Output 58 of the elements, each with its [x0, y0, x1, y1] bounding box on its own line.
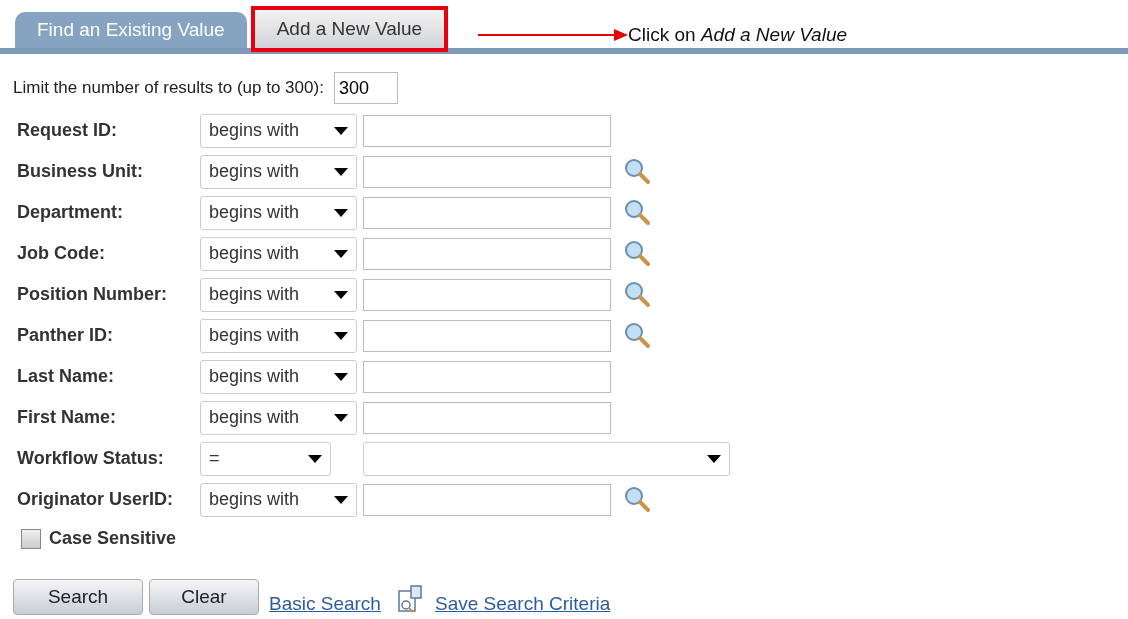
field-label: Limit the number of results to (up to 300): [13, 78, 324, 98]
field-label: Originator UserID: [16, 489, 175, 510]
caret-icon [334, 208, 348, 217]
search-icon[interactable] [623, 156, 653, 187]
clear-button[interactable]: Clear [149, 579, 259, 615]
field-label: Position Number: [16, 284, 168, 305]
field-label: Business Unit: [16, 161, 145, 182]
caret-icon [334, 495, 348, 504]
field-label: Panther ID: [16, 325, 114, 346]
caret-icon [334, 167, 348, 176]
value-dropdown[interactable] [363, 441, 730, 476]
operator-dropdown[interactable]: = [200, 441, 331, 476]
link[interactable]: Basic Search [269, 593, 381, 615]
operator-dropdown[interactable]: begins with [200, 318, 357, 353]
caret-icon [334, 331, 348, 340]
search-button[interactable]: Search [13, 579, 143, 615]
search-icon[interactable] [623, 279, 653, 310]
caret-icon [334, 413, 348, 422]
search-icon[interactable] [623, 197, 653, 228]
field-label: Workflow Status: [16, 448, 165, 469]
operator-dropdown[interactable]: begins with [200, 400, 357, 435]
operator-dropdown[interactable]: begins with [200, 359, 357, 394]
operator-dropdown[interactable]: begins with [200, 113, 357, 148]
operator-dropdown[interactable]: begins with [200, 482, 357, 517]
input-field[interactable] [363, 319, 611, 352]
caret-icon [308, 454, 322, 463]
search-icon[interactable] [623, 238, 653, 269]
arrow-icon [478, 29, 629, 41]
checkbox[interactable] [21, 528, 41, 549]
field-label: Department: [16, 202, 124, 223]
input-field[interactable] [363, 196, 611, 229]
operator-dropdown[interactable]: begins with [200, 236, 357, 271]
input-field[interactable]: 300 [333, 72, 398, 104]
operator-dropdown[interactable]: begins with [200, 277, 357, 312]
field-label: Last Name: [16, 366, 116, 387]
search-icon[interactable] [623, 320, 653, 351]
caret-icon [334, 372, 348, 381]
caret-icon [707, 454, 721, 463]
input-field[interactable] [363, 483, 611, 516]
link[interactable]: Save Search Criteria [434, 593, 611, 615]
document-search-icon[interactable] [396, 585, 425, 615]
input-field[interactable] [363, 114, 611, 147]
field-label: Request ID: [16, 120, 118, 141]
field-label: Job Code: [16, 243, 106, 264]
field-label: First Name: [16, 407, 118, 428]
input-field[interactable] [363, 401, 611, 434]
caret-icon [334, 126, 348, 135]
caret-icon [334, 290, 348, 299]
checkbox-label: Case Sensitive [48, 528, 177, 549]
caret-icon [334, 249, 348, 258]
operator-dropdown[interactable]: begins with [200, 154, 357, 189]
input-field[interactable] [363, 155, 611, 188]
input-field[interactable] [363, 360, 611, 393]
callout-text: Click on Add a New Value [628, 24, 848, 46]
input-field[interactable] [363, 278, 611, 311]
search-icon[interactable] [623, 484, 653, 515]
operator-dropdown[interactable]: begins with [200, 195, 357, 230]
input-field[interactable] [363, 237, 611, 270]
